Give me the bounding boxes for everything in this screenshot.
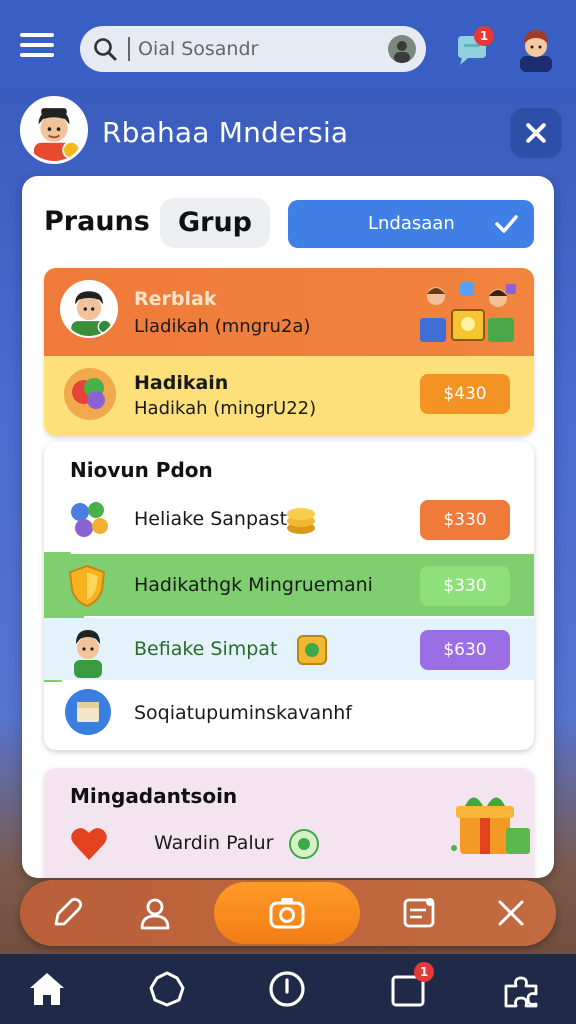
- search-avatar-icon[interactable]: [388, 35, 416, 63]
- item-label: Heliake Sanpast: [134, 508, 288, 530]
- camera-button[interactable]: [214, 882, 360, 944]
- list-item[interactable]: Soqiatupuminskavanhf: [44, 682, 534, 744]
- box-icon: [65, 689, 111, 735]
- gems-icon: [71, 502, 108, 537]
- item-label: Soqiatupuminskavanhf: [134, 702, 352, 724]
- check-icon: [495, 215, 518, 233]
- text-cursor: [128, 37, 130, 61]
- coins-icon: [287, 508, 315, 534]
- x-icon[interactable]: [492, 894, 530, 932]
- main-panel: Prauns Grup Lndasaan Rerblak Lladikah (m…: [22, 176, 554, 878]
- item-label: Hadikathgk Mingruemani: [134, 574, 373, 596]
- top-bar: 1: [0, 0, 576, 88]
- menu-icon[interactable]: [20, 33, 54, 59]
- user-icon[interactable]: [136, 894, 174, 932]
- header-avatar: [20, 96, 88, 164]
- heart-icon: [71, 828, 107, 860]
- promo-card: Mingadantsoin Wardin Palur: [44, 768, 534, 878]
- friends-gift-icon: [420, 282, 516, 342]
- offers-card: Niovun Pdon Heliake Sanpast $330 Hadikat…: [44, 442, 534, 750]
- list-item-hadikain[interactable]: Hadikain Hadikah (mingrU22) $430: [44, 356, 534, 436]
- gift-box-icon: [451, 797, 530, 854]
- action-bar: [20, 880, 556, 946]
- price-button[interactable]: $330: [420, 566, 510, 606]
- puzzle-icon[interactable]: [500, 968, 542, 1010]
- user-avatar: [60, 280, 118, 338]
- home-icon[interactable]: [26, 968, 68, 1010]
- ticket-icon: [297, 635, 327, 665]
- camera-icon: [269, 898, 305, 929]
- promo-item-label[interactable]: Wardin Palur: [154, 832, 274, 854]
- bottom-nav: 1: [0, 954, 576, 1024]
- shield-icon: [68, 564, 106, 608]
- search-bar[interactable]: [80, 26, 426, 72]
- item-label: Befiake Simpat: [134, 638, 278, 660]
- close-icon[interactable]: [510, 108, 562, 158]
- price-button[interactable]: $330: [420, 500, 510, 540]
- item-subtitle: Hadikah (mingrU22): [134, 398, 317, 419]
- item-title: Rerblak: [134, 288, 217, 310]
- price-button[interactable]: $630: [420, 630, 510, 670]
- tab-grup[interactable]: Grup: [160, 198, 270, 248]
- list-item[interactable]: Heliake Sanpast $330: [44, 490, 534, 552]
- explore-icon[interactable]: [146, 968, 188, 1010]
- section-title: Mingadantsoin: [70, 784, 238, 808]
- list-item[interactable]: Hadikathgk Mingruemani $330: [44, 554, 534, 616]
- page-title: Rbahaa Mndersia: [102, 116, 349, 149]
- list-item-rerblak[interactable]: Rerblak Lladikah (mngru2a): [44, 268, 534, 356]
- tab-prauns[interactable]: Prauns: [44, 206, 150, 237]
- list-item[interactable]: Befiake Simpat $630: [44, 618, 534, 680]
- item-title: Hadikain: [134, 372, 229, 394]
- filter-select[interactable]: Lndasaan: [288, 200, 534, 248]
- pencil-icon[interactable]: [48, 894, 86, 932]
- profile-avatar[interactable]: [516, 24, 556, 72]
- filter-select-value: Lndasaan: [368, 213, 455, 234]
- search-icon: [94, 38, 117, 61]
- section-title: Niovun Pdon: [70, 458, 213, 482]
- badge-icon: [289, 829, 319, 859]
- item-subtitle: Lladikah (mngru2a): [134, 316, 311, 337]
- search-input[interactable]: [138, 34, 368, 64]
- inbox-badge: 1: [414, 962, 434, 982]
- character-avatar: [74, 630, 102, 678]
- compass-icon[interactable]: [266, 968, 308, 1010]
- featured-card: Rerblak Lladikah (mngru2a) Hadikain Hadi…: [44, 268, 534, 436]
- gem-icon: [64, 368, 116, 420]
- chat-badge: 1: [474, 26, 494, 46]
- note-icon[interactable]: [400, 894, 438, 932]
- price-button[interactable]: $430: [420, 374, 510, 414]
